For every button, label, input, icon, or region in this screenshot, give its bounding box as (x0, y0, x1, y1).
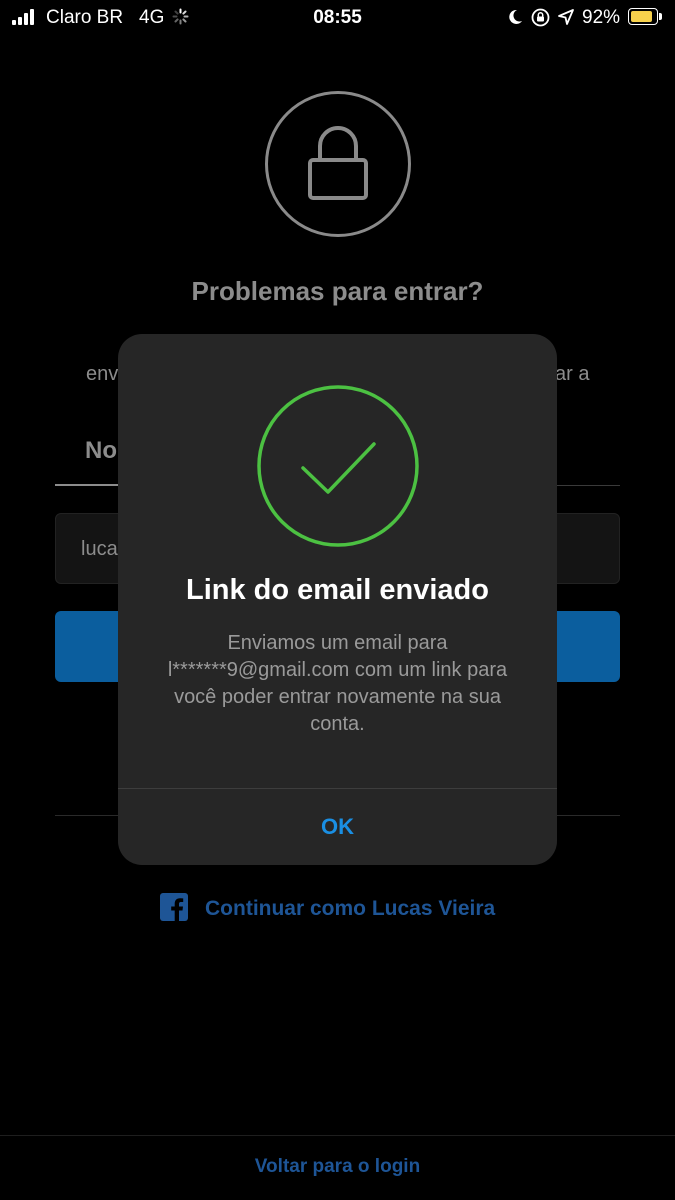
facebook-continue-label: Continuar como Lucas Vieira (205, 897, 496, 920)
username-input-value: luca (81, 538, 118, 560)
tab-username[interactable]: No (85, 437, 117, 465)
battery-icon (628, 8, 658, 25)
page-title: Problemas para entrar? (191, 276, 484, 306)
description-text-end: ar a (555, 363, 590, 385)
dialog-message: Enviamos um email para l*******9@gmail.c… (167, 632, 508, 735)
moon-icon (506, 8, 524, 26)
ok-button[interactable]: OK (118, 789, 557, 865)
status-bar: Claro BR 4G 08:55 92% (0, 0, 675, 36)
dialog-title: Link do email enviado (186, 574, 489, 606)
description-text: env (86, 363, 119, 385)
back-to-login-link[interactable]: Voltar para o login (0, 1156, 675, 1178)
check-icon (256, 384, 420, 548)
facebook-icon (160, 893, 188, 921)
footer-divider (0, 1135, 675, 1136)
orientation-lock-icon (531, 8, 550, 27)
email-sent-dialog: Link do email enviado Enviamos um email … (118, 334, 557, 865)
location-arrow-icon (557, 8, 575, 26)
lock-icon (265, 91, 411, 237)
battery-level-fill (631, 11, 652, 22)
battery-cap (659, 13, 662, 20)
battery-percent: 92% (582, 7, 621, 28)
